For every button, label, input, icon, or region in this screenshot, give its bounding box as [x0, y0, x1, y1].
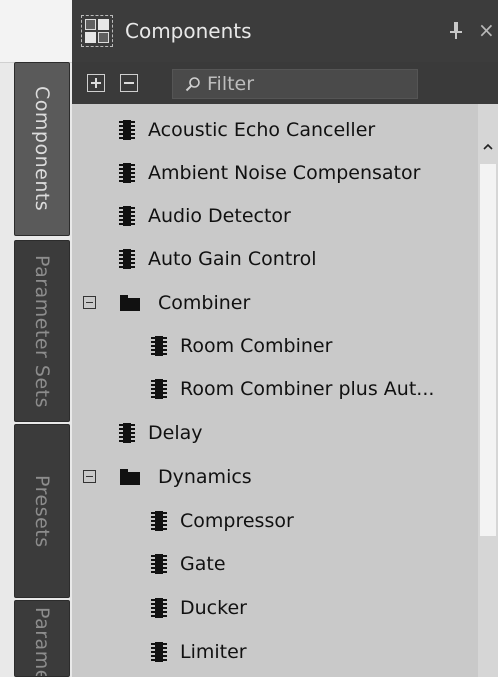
tree-folder-combiner[interactable]: Combiner — [72, 281, 478, 324]
component-chip-icon — [150, 510, 168, 532]
tree-item-label: Delay — [148, 421, 203, 444]
tree-item-label: Audio Detector — [148, 204, 291, 227]
side-tab-presets-label: Presets — [31, 474, 53, 548]
search-icon — [185, 77, 200, 92]
filter-box[interactable] — [172, 69, 418, 99]
tree-item-acoustic-echo-canceller[interactable]: Acoustic Echo Canceller — [72, 108, 478, 151]
side-tab-components-label: Components — [31, 86, 53, 212]
tree-item-label: Ducker — [180, 596, 247, 619]
tree-item-label: Compressor — [180, 509, 294, 532]
component-chip-icon — [150, 335, 168, 357]
tree-item-label: Auto Gain Control — [148, 247, 317, 270]
tree-folder-label: Combiner — [158, 291, 251, 314]
side-tab-strip: Components Parameter Sets Presets Parame — [0, 0, 72, 677]
folder-icon — [120, 294, 140, 311]
tree-item-limiter[interactable]: Limiter — [72, 630, 478, 673]
collapse-toggle-icon[interactable] — [83, 296, 96, 309]
component-chip-icon — [118, 162, 136, 184]
tree-item-label: Room Combiner — [180, 334, 333, 357]
tree-item-compressor[interactable]: Compressor — [72, 499, 478, 542]
collapse-toggle-icon[interactable] — [83, 470, 96, 483]
panel-title: Components — [125, 19, 252, 43]
expand-all-icon[interactable] — [87, 74, 105, 92]
component-chip-icon — [118, 205, 136, 227]
scrollbar-thumb[interactable] — [480, 164, 496, 536]
tree-item-delay[interactable]: Delay — [72, 411, 478, 454]
tree-item-label: Room Combiner plus Aut... — [180, 377, 435, 400]
component-chip-icon — [150, 597, 168, 619]
close-icon[interactable]: × — [478, 18, 495, 42]
tree-item-auto-gain-control[interactable]: Auto Gain Control — [72, 237, 478, 280]
tree-folder-label: Dynamics — [158, 465, 252, 488]
tree-item-audio-detector[interactable]: Audio Detector — [72, 194, 478, 237]
side-tab-components[interactable]: Components — [14, 62, 70, 236]
component-chip-icon — [118, 119, 136, 141]
tree-item-label: Limiter — [180, 640, 247, 663]
side-tab-parameter-more-label: Parame — [31, 607, 53, 677]
side-tab-strip-header — [0, 0, 72, 63]
side-tab-parameter-sets-label: Parameter Sets — [31, 254, 53, 408]
filter-input[interactable] — [207, 73, 407, 95]
tree-item-gate[interactable]: Gate — [72, 542, 478, 585]
component-chip-icon — [150, 553, 168, 575]
vertical-scrollbar[interactable] — [478, 104, 498, 677]
component-chip-icon — [150, 378, 168, 400]
tree-folder-dynamics[interactable]: Dynamics — [72, 455, 478, 498]
collapse-all-icon[interactable] — [120, 74, 138, 92]
components-panel: Components × Acoustic Echo Canceller Amb… — [72, 0, 498, 677]
tree-item-label: Acoustic Echo Canceller — [148, 118, 376, 141]
tree-item-ambient-noise-compensator[interactable]: Ambient Noise Compensator — [72, 151, 478, 194]
tree-item-room-combiner-plus[interactable]: Room Combiner plus Aut... — [72, 367, 478, 410]
pin-icon[interactable] — [450, 22, 462, 40]
tree-item-label: Ambient Noise Compensator — [148, 161, 421, 184]
folder-icon — [120, 468, 140, 485]
tree-item-ducker[interactable]: Ducker — [72, 586, 478, 629]
component-chip-icon — [118, 248, 136, 270]
tree-item-label: Gate — [180, 552, 226, 575]
panel-toolbar — [72, 62, 498, 104]
side-tab-parameter-sets[interactable]: Parameter Sets — [14, 240, 70, 422]
component-tree: Acoustic Echo Canceller Ambient Noise Co… — [72, 106, 478, 677]
side-tab-presets[interactable]: Presets — [14, 424, 70, 598]
side-tab-parameter-more[interactable]: Parame — [14, 600, 70, 677]
component-chip-icon — [150, 641, 168, 663]
tree-item-room-combiner[interactable]: Room Combiner — [72, 324, 478, 367]
panel-titlebar: Components × — [72, 0, 498, 62]
scroll-up-icon[interactable] — [483, 142, 493, 152]
component-chip-icon — [118, 422, 136, 444]
components-icon — [81, 15, 113, 47]
